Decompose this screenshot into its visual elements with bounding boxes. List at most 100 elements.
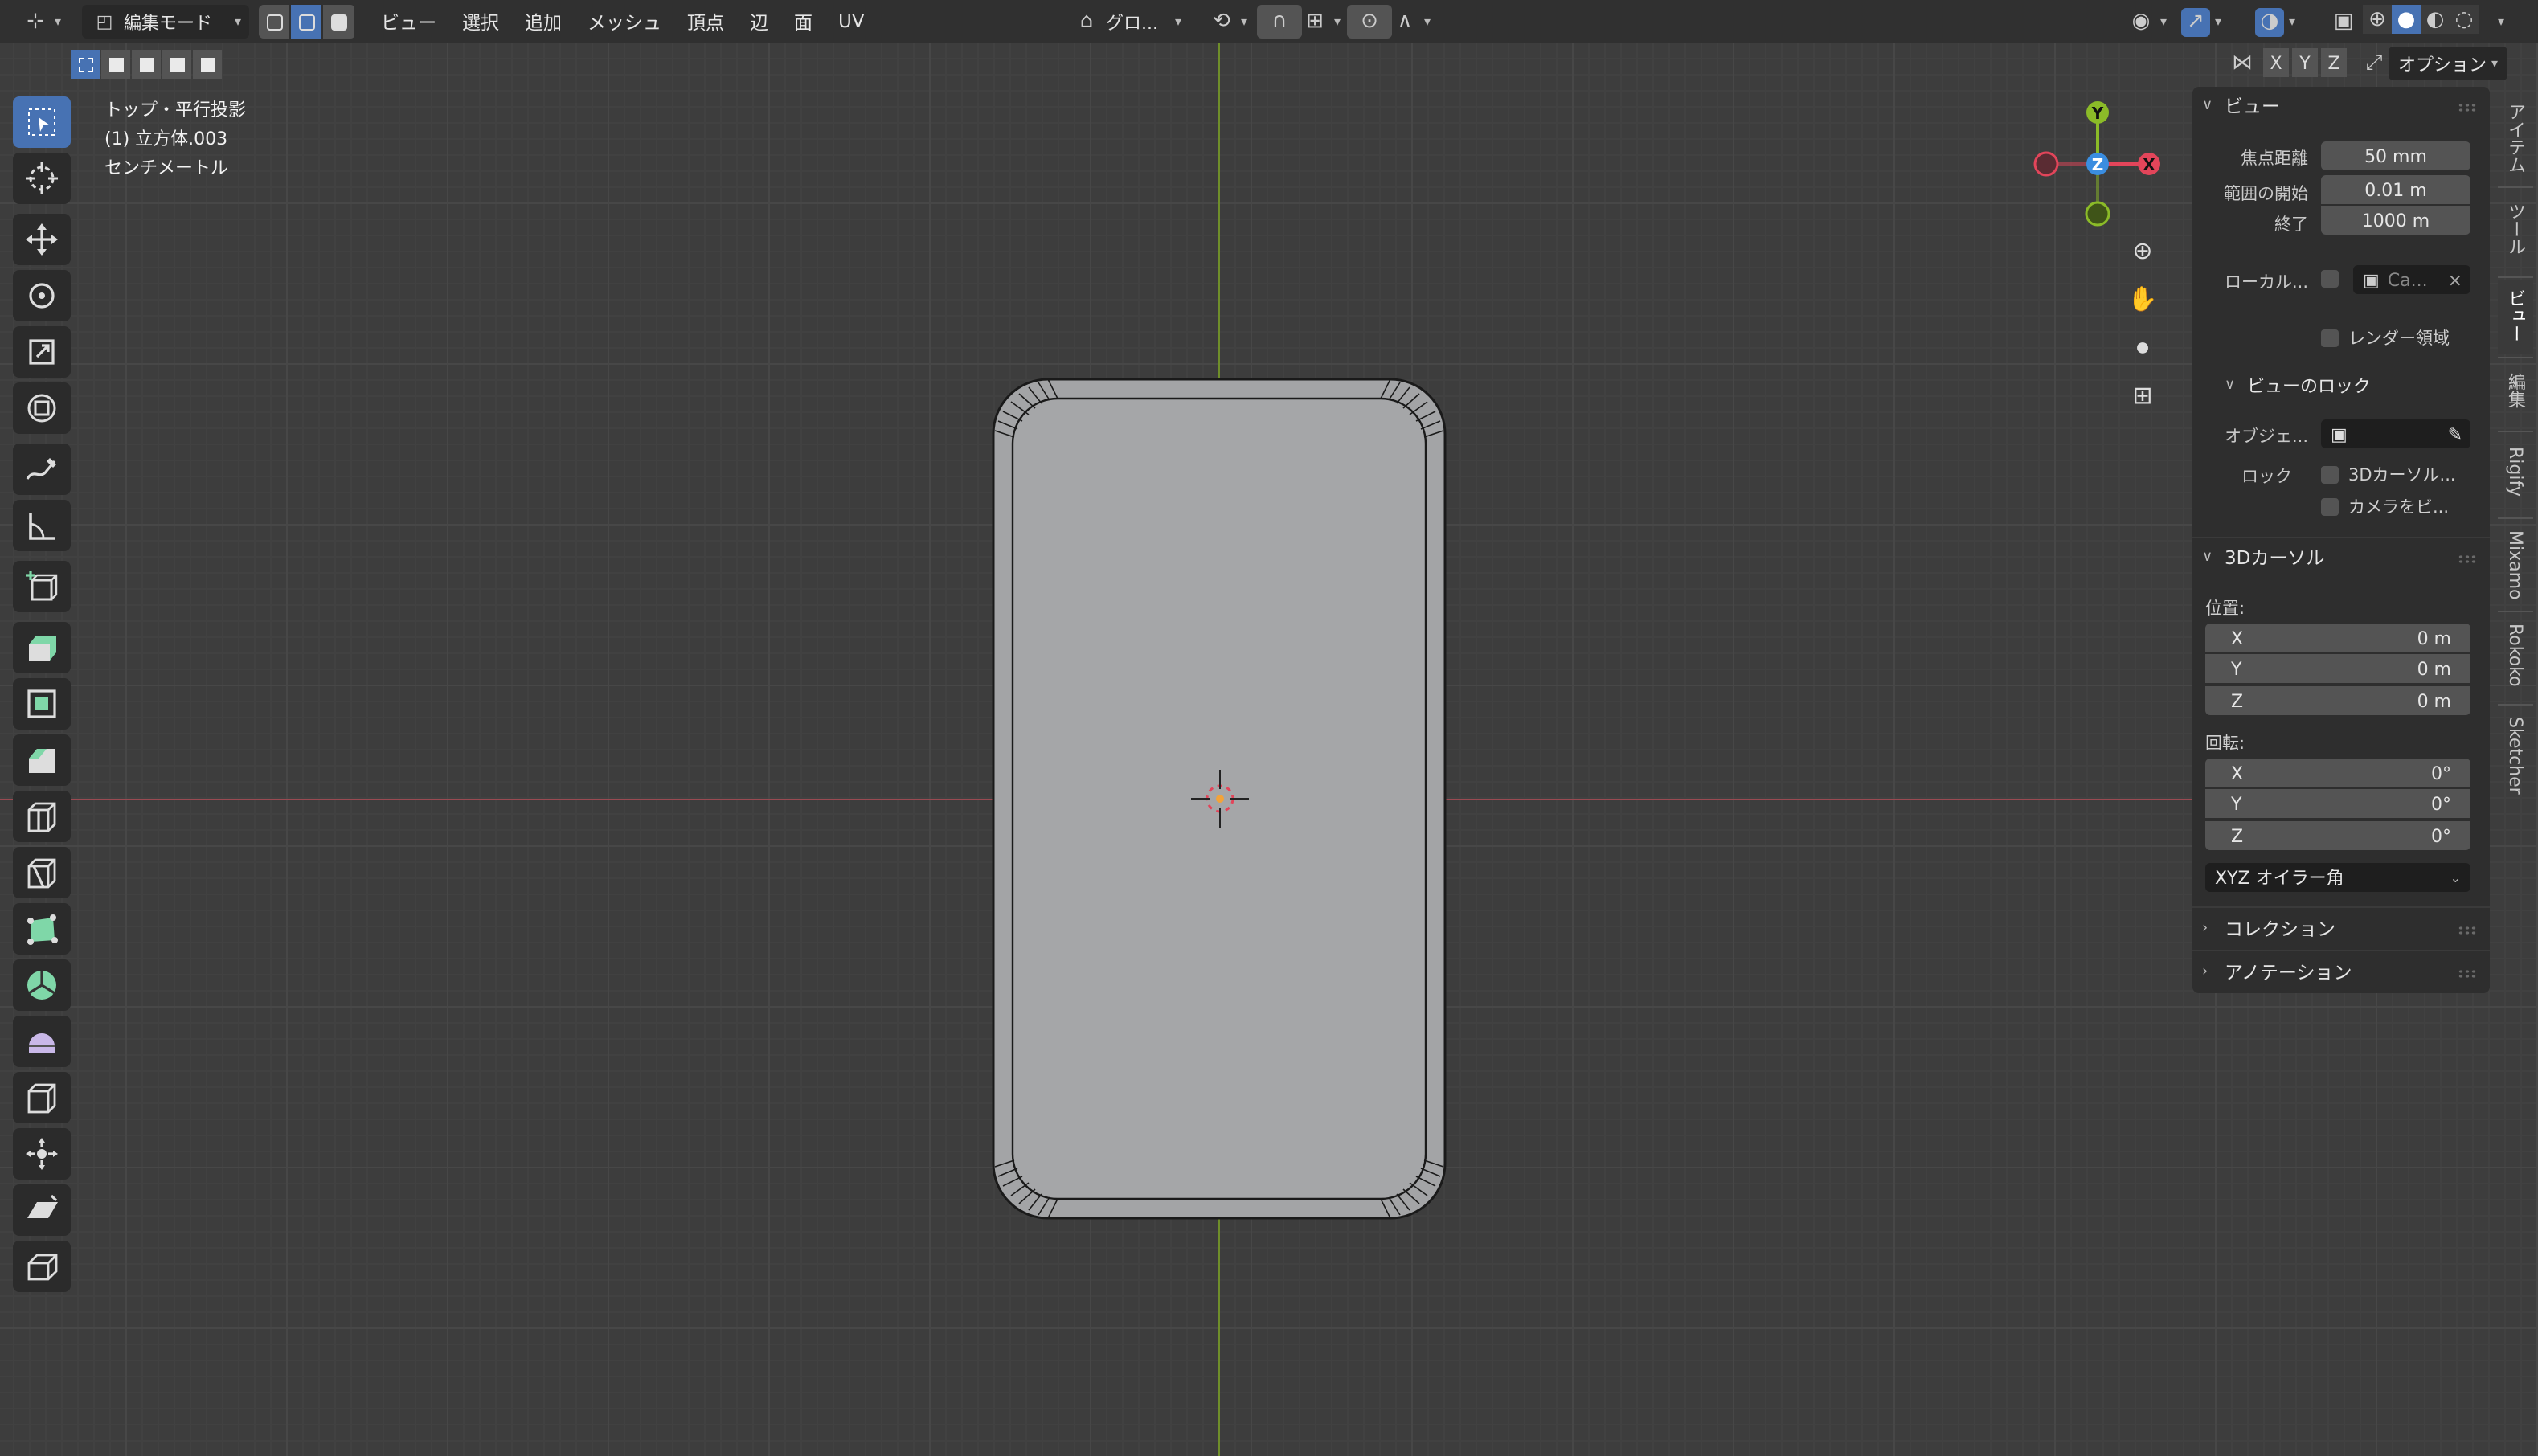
- vertex-select-button[interactable]: [259, 5, 290, 39]
- select-subtract-button[interactable]: [132, 50, 161, 79]
- focal-length-field[interactable]: 50 mm: [2321, 141, 2470, 170]
- camera-view-button[interactable]: ⏺: [2122, 326, 2163, 368]
- face-select-button[interactable]: [323, 5, 354, 39]
- move-tool[interactable]: [13, 214, 71, 265]
- menu-vertex[interactable]: 頂点: [674, 9, 737, 35]
- menu-mesh[interactable]: メッシュ: [575, 9, 674, 35]
- neg-x-axis-icon[interactable]: [2033, 151, 2059, 177]
- tab-sketcher[interactable]: Sketcher: [2498, 707, 2533, 813]
- tab-edit[interactable]: 編集: [2498, 363, 2533, 427]
- select-box-tool[interactable]: [13, 96, 71, 148]
- smooth-tool[interactable]: [13, 1016, 71, 1067]
- menu-view[interactable]: ビュー: [368, 9, 449, 35]
- rotation-mode-dropdown[interactable]: XYZ オイラー角 ⌄: [2205, 863, 2470, 892]
- navigation-gizmo[interactable]: Y X Z: [2028, 96, 2167, 235]
- tab-mixamo[interactable]: Mixamo: [2498, 521, 2533, 617]
- tab-rokoko[interactable]: Rokoko: [2498, 614, 2533, 707]
- bevel-tool[interactable]: [13, 734, 71, 786]
- cursor-rotation-y[interactable]: Y 0°: [2205, 789, 2470, 818]
- select-new-button[interactable]: [71, 50, 100, 79]
- tab-view[interactable]: ビュー: [2498, 280, 2533, 354]
- clip-end-field[interactable]: 1000 m: [2321, 206, 2470, 235]
- poly-build-tool[interactable]: [13, 903, 71, 955]
- spin-tool[interactable]: [13, 959, 71, 1011]
- pan-button[interactable]: ✋: [2122, 278, 2163, 320]
- menu-add[interactable]: 追加: [512, 9, 575, 35]
- local-camera-checkbox[interactable]: [2321, 270, 2339, 288]
- annotation-section-header[interactable]: › アノテーション: [2202, 956, 2352, 988]
- cursor-location-z[interactable]: Z 0 m: [2205, 686, 2470, 715]
- rip-region-tool[interactable]: [13, 1241, 71, 1292]
- solid-shading-icon[interactable]: ●: [2392, 5, 2421, 34]
- mirror-y-button[interactable]: Y: [2292, 48, 2318, 77]
- edge-slide-tool[interactable]: [13, 1072, 71, 1123]
- overlay-toggle[interactable]: ◑ ▾: [2247, 5, 2303, 39]
- neg-y-axis-icon[interactable]: [2085, 201, 2110, 227]
- mirror-z-button[interactable]: Z: [2321, 48, 2347, 77]
- material-shading-icon[interactable]: ◐: [2421, 5, 2450, 34]
- edge-select-button[interactable]: [291, 5, 322, 39]
- select-invert-button[interactable]: [162, 50, 191, 79]
- annotate-tool[interactable]: [13, 444, 71, 495]
- shrink-fatten-tool[interactable]: [13, 1128, 71, 1180]
- lock-to-cursor-checkbox[interactable]: 3Dカーソル...: [2321, 463, 2456, 487]
- inset-tool[interactable]: [13, 678, 71, 730]
- cursor-section-header[interactable]: ∨ 3Dカーソル: [2202, 542, 2324, 574]
- view-section-header[interactable]: ∨ ビュー: [2202, 90, 2280, 122]
- drag-handle-icon[interactable]: [2458, 554, 2477, 564]
- auto-merge-icon[interactable]: ⤢: [2360, 48, 2389, 77]
- editor-type-button[interactable]: ⊹ ▾: [13, 5, 69, 39]
- pivot-dropdown[interactable]: ⟲ ▾: [1199, 5, 1255, 39]
- extrude-tool[interactable]: [13, 622, 71, 673]
- rotate-tool[interactable]: [13, 270, 71, 321]
- add-cube-tool[interactable]: [13, 561, 71, 612]
- render-region-checkbox[interactable]: レンダー領域: [2321, 326, 2450, 350]
- transform-tool[interactable]: [13, 382, 71, 434]
- menu-uv[interactable]: UV: [825, 9, 878, 35]
- clear-icon[interactable]: ×: [2448, 269, 2462, 290]
- rendered-shading-icon[interactable]: ◌: [2450, 5, 2479, 34]
- xray-toggle[interactable]: ▣: [2321, 5, 2366, 39]
- shear-tool[interactable]: [13, 1184, 71, 1236]
- tab-item[interactable]: アイテム: [2498, 93, 2533, 183]
- ortho-toggle-button[interactable]: ⊞: [2122, 374, 2163, 416]
- eyedropper-icon[interactable]: ✎: [2448, 423, 2462, 444]
- falloff-dropdown[interactable]: ∧ ▾: [1382, 5, 1439, 39]
- drag-handle-icon[interactable]: [2458, 103, 2477, 112]
- cursor-rotation-z[interactable]: Z 0°: [2205, 821, 2470, 850]
- cursor-location-y[interactable]: Y 0 m: [2205, 654, 2470, 683]
- options-dropdown[interactable]: オプション ▾: [2389, 47, 2508, 80]
- select-extend-button[interactable]: [101, 50, 130, 79]
- knife-tool[interactable]: [13, 847, 71, 898]
- measure-tool[interactable]: [13, 500, 71, 551]
- scale-tool[interactable]: [13, 326, 71, 378]
- cursor-rotation-x[interactable]: X 0°: [2205, 759, 2470, 787]
- gizmo-toggle[interactable]: ↗ ▾: [2173, 5, 2229, 39]
- drag-handle-icon[interactable]: [2458, 926, 2477, 935]
- visibility-dropdown[interactable]: ◉ ▾: [2118, 5, 2175, 39]
- drag-handle-icon[interactable]: [2458, 969, 2477, 979]
- cursor-location-x[interactable]: X 0 m: [2205, 624, 2470, 652]
- shading-options-dropdown[interactable]: ▾: [2485, 5, 2512, 39]
- snap-target-dropdown[interactable]: ⊞ ▾: [1292, 5, 1349, 39]
- tab-rigify[interactable]: Rigify: [2498, 437, 2533, 517]
- menu-face[interactable]: 面: [781, 9, 825, 35]
- menu-edge[interactable]: 辺: [737, 9, 781, 35]
- view-lock-subheader[interactable]: ∨ ビューのロック: [2225, 370, 2371, 402]
- transform-orientation-dropdown[interactable]: ⌂ グロ... ▾: [1064, 5, 1189, 39]
- wireframe-shading-icon[interactable]: ⊕: [2363, 5, 2392, 34]
- zoom-button[interactable]: ⊕: [2122, 230, 2163, 272]
- select-intersect-button[interactable]: [193, 50, 222, 79]
- menu-select[interactable]: 選択: [449, 9, 512, 35]
- collection-section-header[interactable]: › コレクション: [2202, 913, 2335, 945]
- camera-to-view-checkbox[interactable]: カメラをビ...: [2321, 495, 2449, 519]
- divider: [2192, 906, 2490, 908]
- lock-object-field[interactable]: ▣ ✎: [2321, 419, 2470, 448]
- local-camera-field[interactable]: ▣ Ca... ×: [2353, 265, 2470, 294]
- mode-dropdown[interactable]: ◰ 編集モード ▾: [82, 5, 250, 39]
- mirror-x-button[interactable]: X: [2263, 48, 2289, 77]
- loop-cut-tool[interactable]: [13, 791, 71, 842]
- tab-tool[interactable]: ツール: [2498, 193, 2533, 273]
- clip-start-field[interactable]: 0.01 m: [2321, 175, 2470, 204]
- cursor-tool[interactable]: [13, 153, 71, 204]
